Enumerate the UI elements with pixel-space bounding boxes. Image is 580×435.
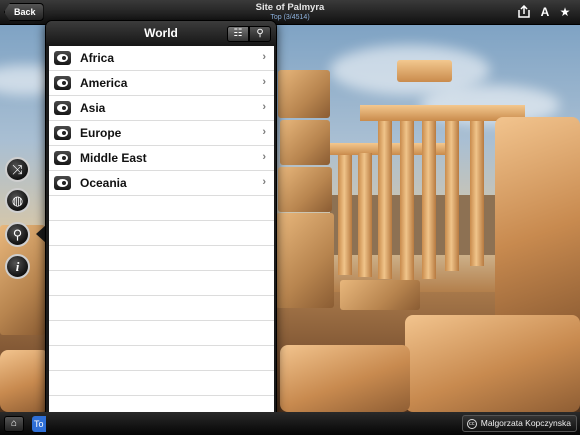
info-icon[interactable]: i xyxy=(5,254,30,279)
world-popover: World ☷ ⚲ Africa › America › Asia › Euro… xyxy=(45,20,277,426)
eye-icon[interactable] xyxy=(54,151,71,165)
home-icon[interactable]: ⌂ xyxy=(4,416,24,432)
empty-row xyxy=(49,221,274,246)
region-list: Africa › America › Asia › Europe › Middl… xyxy=(49,46,274,424)
star-icon[interactable]: ★ xyxy=(557,4,573,20)
list-item-label: America xyxy=(80,76,128,90)
chevron-right-icon: › xyxy=(262,76,266,88)
list-item-label: Oceania xyxy=(80,176,127,190)
chevron-right-icon: › xyxy=(262,151,266,163)
eye-icon[interactable] xyxy=(54,101,71,115)
bottom-toolbar: ⌂ To cc Malgorzata Kopczynska xyxy=(0,412,580,435)
list-view-button[interactable]: ☷ xyxy=(227,26,249,42)
globe-icon[interactable]: ◍ xyxy=(5,188,30,213)
list-icon: ☷ xyxy=(233,28,243,39)
shuffle-icon[interactable]: ⤨ xyxy=(5,157,30,182)
eye-icon[interactable] xyxy=(54,176,71,190)
popover-search-button[interactable]: ⚲ xyxy=(249,26,271,42)
empty-row xyxy=(49,196,274,221)
chevron-right-icon: › xyxy=(262,51,266,63)
list-item-europe[interactable]: Europe › xyxy=(49,121,274,146)
list-item-asia[interactable]: Asia › xyxy=(49,96,274,121)
empty-row xyxy=(49,346,274,371)
popover-header: World ☷ ⚲ xyxy=(46,21,276,46)
eye-icon[interactable] xyxy=(54,51,71,65)
list-item-oceania[interactable]: Oceania › xyxy=(49,171,274,196)
list-item-africa[interactable]: Africa › xyxy=(49,46,274,71)
top-tab-button[interactable]: To xyxy=(32,416,46,432)
empty-row xyxy=(49,271,274,296)
creative-commons-icon: cc xyxy=(466,418,477,429)
empty-row xyxy=(49,246,274,271)
list-item-america[interactable]: America › xyxy=(49,71,274,96)
font-size-icon[interactable]: A xyxy=(537,4,553,20)
search-icon: ⚲ xyxy=(256,28,264,39)
title-area: Site of Palmyra Top (3/4514) xyxy=(0,2,580,22)
list-item-middle-east[interactable]: Middle East › xyxy=(49,146,274,171)
search-icon[interactable]: ⚲ xyxy=(5,222,30,247)
share-icon[interactable] xyxy=(516,4,532,20)
list-item-label: Middle East xyxy=(80,151,147,165)
eye-icon[interactable] xyxy=(54,76,71,90)
empty-row xyxy=(49,296,274,321)
chevron-right-icon: › xyxy=(262,126,266,138)
chevron-right-icon: › xyxy=(262,176,266,188)
list-item-label: Asia xyxy=(80,101,106,115)
empty-row xyxy=(49,321,274,346)
page-title: Site of Palmyra xyxy=(255,2,325,13)
chevron-right-icon: › xyxy=(262,101,266,113)
photo-credit-label: Malgorzata Kopczynska xyxy=(480,418,571,428)
empty-row xyxy=(49,371,274,396)
list-item-label: Europe xyxy=(80,126,122,140)
list-item-label: Africa xyxy=(80,51,115,65)
photo-credit[interactable]: cc Malgorzata Kopczynska xyxy=(461,415,577,432)
eye-icon[interactable] xyxy=(54,126,71,140)
